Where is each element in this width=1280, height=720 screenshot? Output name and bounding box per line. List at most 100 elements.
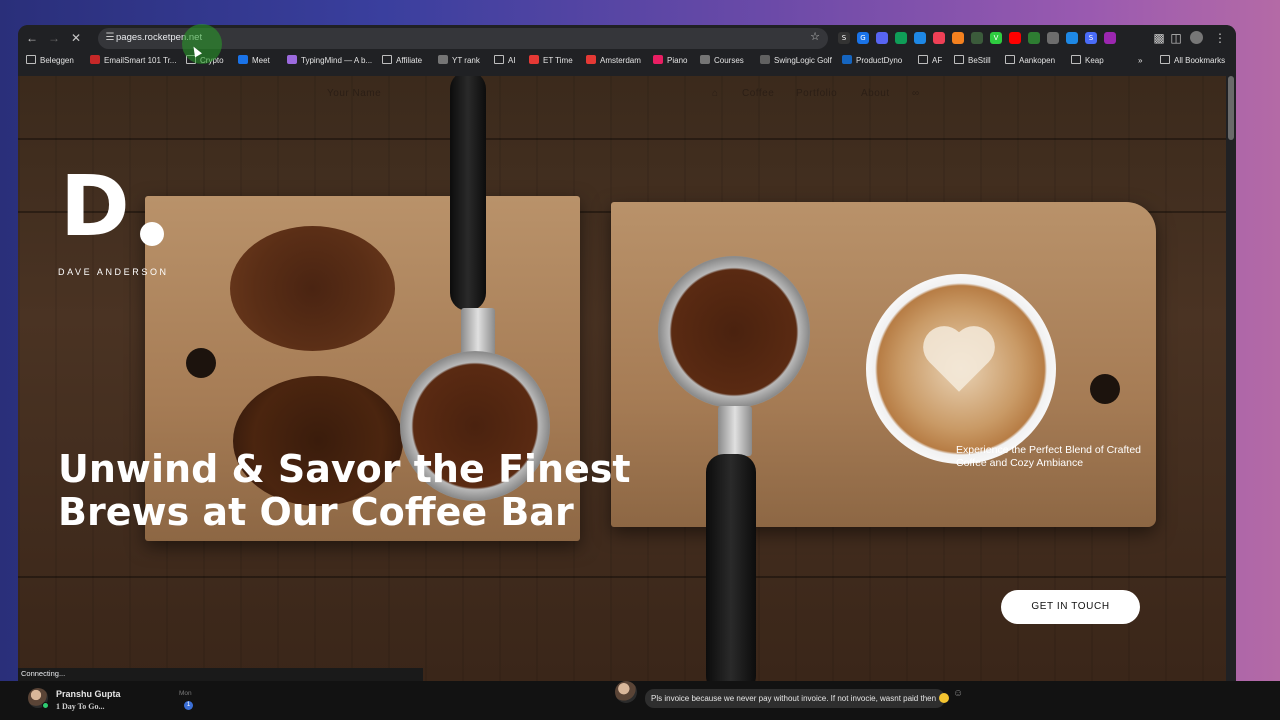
bookmark-label: Courses [714, 56, 744, 65]
message-day: Mon [179, 690, 192, 697]
globe-favicon [438, 55, 448, 64]
extensions-puzzle-icon[interactable]: ▩ [1151, 30, 1167, 46]
nav-link-about[interactable]: About [861, 88, 890, 99]
bookmark-item[interactable]: Amsterdam [586, 54, 641, 68]
meet-favicon [238, 55, 248, 64]
s-extension-icon[interactable]: S [838, 32, 850, 44]
pocket-extension-icon[interactable] [933, 32, 945, 44]
logo-dot [140, 222, 164, 246]
scrollbar-thumb[interactable] [1228, 76, 1234, 140]
quill-extension-icon[interactable] [971, 32, 983, 44]
bookmark-item[interactable]: Courses [700, 54, 744, 68]
folder-icon [1071, 55, 1081, 64]
board-hole [1090, 374, 1120, 404]
bookmark-label: Meet [252, 56, 270, 65]
bookmark-label: ET Time [543, 56, 573, 65]
all-bookmarks-label: All Bookmarks [1174, 56, 1226, 65]
bookmark-label: EmailSmart 101 Tr... [104, 56, 177, 65]
message-preview[interactable]: 1 Day To Go... [56, 702, 104, 711]
orange-extension-icon[interactable] [952, 32, 964, 44]
forward-arrow-icon[interactable]: → [46, 30, 62, 46]
add-reaction-icon[interactable]: ☺ [953, 688, 963, 699]
bookmark-item[interactable]: AI [494, 54, 516, 68]
pinwheel-extension-icon[interactable] [1104, 32, 1116, 44]
courses-favicon [700, 55, 710, 64]
bookmark-label: Keap [1085, 56, 1104, 65]
sheets-extension-icon[interactable] [895, 32, 907, 44]
bookmark-item[interactable]: Meet [238, 54, 270, 68]
chat-sender-avatar [615, 681, 637, 703]
extensions-toolbar: SGVS [838, 30, 1116, 46]
download-extension-icon[interactable] [1066, 32, 1078, 44]
more-bookmarks-button[interactable]: » [1138, 54, 1142, 68]
status-bubble: Connecting... [18, 668, 423, 681]
bookmark-item[interactable]: Beleggen [26, 54, 74, 68]
amsterdam-favicon [586, 55, 596, 64]
bookmark-label: AF [932, 56, 943, 65]
page-scrollbar[interactable] [1226, 76, 1236, 681]
s-blue-extension-icon[interactable]: S [1085, 32, 1097, 44]
side-panel-icon[interactable]: ◫ [1168, 30, 1184, 46]
logo-name: DAVE ANDERSON [58, 267, 169, 277]
menu-kebab-icon[interactable]: ⋮ [1212, 30, 1228, 46]
profile-avatar[interactable] [1190, 31, 1203, 44]
bookmark-label: Beleggen [40, 56, 74, 65]
bookmark-item[interactable]: ET Time [529, 54, 573, 68]
productdyno-favicon [842, 55, 852, 64]
nav-link-coffee[interactable]: Coffee [742, 88, 774, 99]
hero-subtitle: Experience the Perfect Blend of Crafted … [956, 444, 1142, 469]
click-highlight [182, 24, 222, 64]
stop-loading-icon[interactable]: ✕ [68, 30, 84, 46]
folder-icon [954, 55, 964, 64]
bookmark-label: Amsterdam [600, 56, 641, 65]
share-icon[interactable]: ∞ [912, 88, 920, 99]
globe-extension-icon[interactable] [1047, 32, 1059, 44]
bookmark-item[interactable]: ProductDyno [842, 54, 902, 68]
et-favicon [529, 55, 539, 64]
dropper-extension-icon[interactable] [914, 32, 926, 44]
bookmark-star-icon[interactable]: ☆ [810, 30, 820, 43]
home-icon[interactable]: ⌂ [712, 88, 719, 99]
bookmark-label: Affiliate [396, 56, 423, 65]
chat-message-bubble[interactable]: Pls invoice because we never pay without… [645, 689, 950, 708]
folder-icon [382, 55, 392, 64]
get-in-touch-button[interactable]: GET IN TOUCH [1001, 590, 1140, 624]
bookmark-item[interactable]: EmailSmart 101 Tr... [90, 54, 176, 68]
bookmark-item[interactable]: YT rank [438, 54, 480, 68]
youtube-extension-icon[interactable] [1009, 32, 1021, 44]
bookmark-item[interactable]: BeStill [954, 54, 991, 68]
logo-letter[interactable]: D [60, 161, 130, 251]
grimace-emoji-icon [939, 693, 950, 703]
online-status-dot [42, 702, 49, 709]
bookmark-label: AI [508, 56, 516, 65]
bookmark-label: BeStill [968, 56, 991, 65]
portafilter-collar [718, 406, 752, 456]
status-text: Connecting... [21, 669, 66, 678]
bookmark-label: YT rank [452, 56, 480, 65]
bookmark-item[interactable]: SwingLogic Golf [760, 54, 832, 68]
bookmark-item[interactable]: TypingMind — A b... [287, 54, 372, 68]
wood-plank-seam [18, 576, 1226, 578]
bookmark-label: TypingMind — A b... [301, 56, 373, 65]
bookmark-label: ProductDyno [856, 56, 903, 65]
site-brand-link[interactable]: Your Name [327, 88, 381, 99]
unread-count-badge: 1 [184, 701, 193, 710]
g-extension-icon[interactable]: G [857, 32, 869, 44]
wood-plank-seam [18, 138, 1226, 140]
folder-icon [1160, 55, 1170, 64]
discord-extension-icon[interactable] [876, 32, 888, 44]
bookmark-item[interactable]: Aankopen [1005, 54, 1055, 68]
chat-message-text: Pls invoice because we never pay without… [651, 694, 937, 703]
sender-name[interactable]: Pranshu Gupta [56, 689, 121, 699]
bookmark-item[interactable]: AF [918, 54, 942, 68]
bookmark-item[interactable]: Piano [653, 54, 687, 68]
bookmark-label: SwingLogic Golf [774, 56, 832, 65]
v-extension-icon[interactable]: V [990, 32, 1002, 44]
all-bookmarks-button[interactable]: All Bookmarks [1160, 54, 1225, 68]
back-arrow-icon[interactable]: ← [24, 30, 40, 46]
check-extension-icon[interactable] [1028, 32, 1040, 44]
bookmark-item[interactable]: Affiliate [382, 54, 422, 68]
folder-icon [1005, 55, 1015, 64]
bookmark-item[interactable]: Keap [1071, 54, 1104, 68]
nav-link-portfolio[interactable]: Portfolio [796, 88, 837, 99]
